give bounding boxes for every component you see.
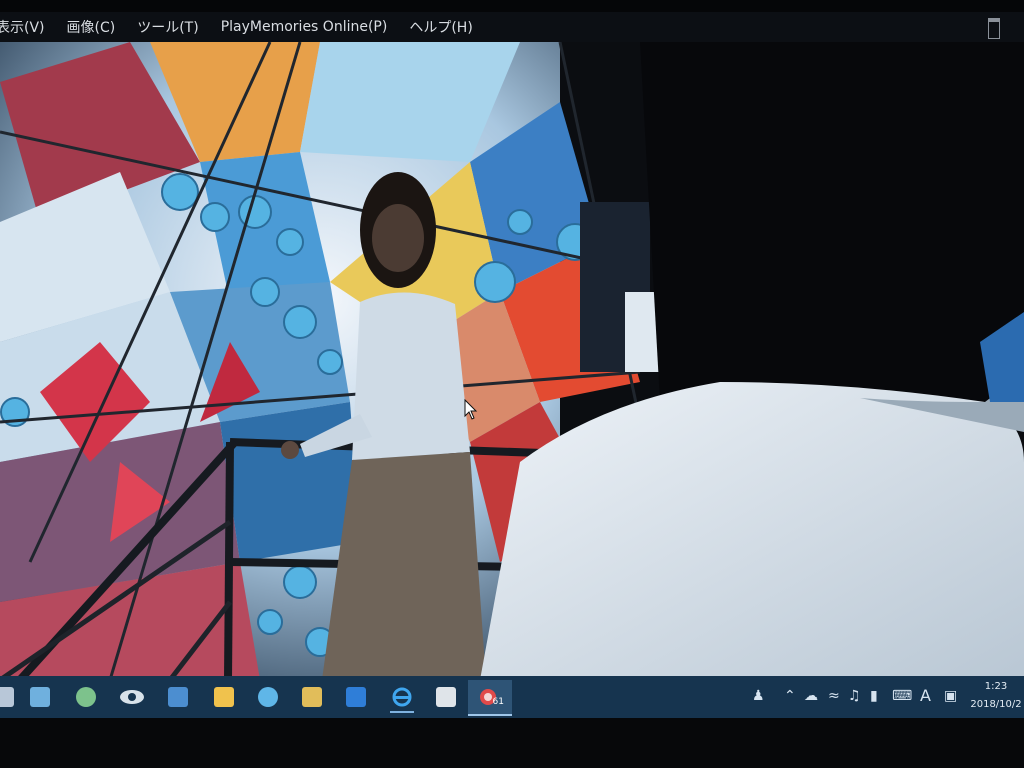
menu-playmemories-online[interactable]: PlayMemories Online(P): [221, 19, 388, 35]
taskbar-playmemories[interactable]: 61: [468, 680, 512, 716]
clock-date: 2018/10/2: [970, 699, 1022, 710]
taskbar-outlook[interactable]: [338, 680, 374, 714]
taskbar: 61 ♟ ⌃ ☁ ≈ ♫ ▮ ⌨ A ▣ 1:23 2018/10/2: [0, 676, 1024, 718]
blue-app-icon: [168, 687, 188, 707]
monitor-bezel: [0, 718, 1024, 768]
menu-help[interactable]: ヘルプ(H): [409, 17, 472, 37]
taskbar-blue-app[interactable]: [160, 680, 196, 714]
keyboard-icon[interactable]: ⌨: [892, 686, 912, 706]
taskbar-calculator[interactable]: [428, 680, 464, 714]
taskbar-green-app[interactable]: [68, 680, 104, 714]
playmemories-badge: 61: [492, 697, 504, 707]
system-clock[interactable]: 1:23 2018/10/2: [968, 678, 1024, 714]
photo-editor-icon: [30, 687, 50, 707]
file-explorer-icon: [214, 687, 234, 707]
taskbar-globe-app[interactable]: [250, 680, 286, 714]
action-center-icon[interactable]: ▣: [944, 686, 957, 706]
taskbar-file-app[interactable]: [0, 680, 22, 714]
photo-viewer-image: [0, 42, 1024, 680]
internet-explorer-icon: [392, 687, 412, 707]
clock-time: 1:23: [984, 681, 1008, 692]
ime-mode-indicator[interactable]: A: [920, 686, 931, 706]
outlook-icon: [346, 687, 366, 707]
onedrive-icon[interactable]: ☁: [804, 686, 818, 706]
menu-image[interactable]: 画像(C): [67, 17, 116, 37]
menu-bar: 表示(V) 画像(C) ツール(T) PlayMemories Online(P…: [0, 12, 1024, 42]
people-icon[interactable]: ♟: [752, 686, 765, 706]
menu-tools[interactable]: ツール(T): [137, 17, 198, 37]
taskbar-eye-app[interactable]: [114, 680, 150, 714]
calculator-icon: [436, 687, 456, 707]
photos-folder-icon: [302, 687, 322, 707]
menu-view[interactable]: 表示(V): [0, 17, 45, 37]
running-indicator: [390, 711, 414, 713]
taskbar-photo-editor[interactable]: [22, 680, 58, 714]
taskbar-internet-explorer[interactable]: [384, 680, 420, 714]
kaleidoscope-photo: [0, 42, 1024, 680]
window-control-icon[interactable]: [988, 18, 1000, 39]
globe-icon: [258, 687, 278, 707]
taskbar-file-explorer[interactable]: [206, 680, 242, 714]
chevron-up-icon[interactable]: ⌃: [784, 686, 796, 706]
green-app-icon: [76, 687, 96, 707]
file-app-icon: [0, 687, 14, 707]
battery-icon[interactable]: ▮: [870, 686, 878, 706]
volume-icon[interactable]: ♫: [848, 686, 861, 706]
monitor-screen: 表示(V) 画像(C) ツール(T) PlayMemories Online(P…: [0, 0, 1024, 768]
taskbar-photos-folder[interactable]: [294, 680, 330, 714]
eye-icon: [120, 690, 144, 704]
wifi-icon[interactable]: ≈: [828, 686, 840, 706]
